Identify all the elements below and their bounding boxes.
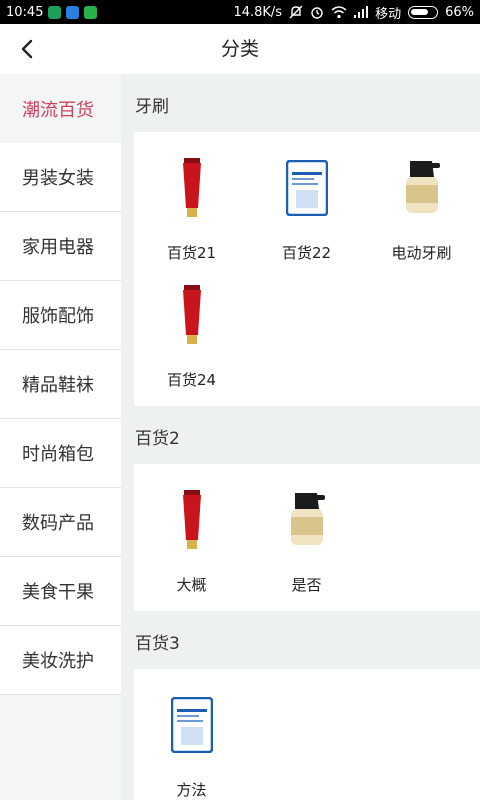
sidebar-item-digital[interactable]: 数码产品 <box>0 488 121 557</box>
product-name: 电动牙刷 <box>391 244 452 262</box>
product-item[interactable]: 大概 <box>134 474 249 601</box>
battery-level: 66% <box>445 4 474 20</box>
category-sidebar: 潮流百货 男装女装 家用电器 服饰配饰 精品鞋袜 时尚箱包 数码产品 美食干果 … <box>0 74 121 800</box>
battery-icon <box>408 5 439 19</box>
product-item[interactable]: 电动牙刷 <box>364 142 479 269</box>
product-name: 百货24 <box>166 371 217 389</box>
app-header: 分类 <box>0 24 480 74</box>
sidebar-item-label: 时尚箱包 <box>22 444 94 465</box>
sidebar-item-label: 数码产品 <box>22 513 94 534</box>
section-title: 牙刷 <box>135 97 169 117</box>
sidebar-item-bags[interactable]: 时尚箱包 <box>0 419 121 488</box>
sidebar-item-label: 美妆洗护 <box>22 651 94 672</box>
sidebar-item-accessories[interactable]: 服饰配饰 <box>0 281 121 350</box>
status-bar: 10:45 14.8K/s 移动 66% <box>0 0 480 24</box>
product-name: 方法 <box>176 781 207 799</box>
alarm-icon <box>311 7 323 19</box>
app-notification-icon <box>48 5 62 19</box>
sidebar-item-shoes-socks[interactable]: 精品鞋袜 <box>0 350 121 419</box>
sidebar-item-appliances[interactable]: 家用电器 <box>0 212 121 281</box>
product-grid: 百货21 百货22 电动牙刷 百货24 <box>134 132 480 406</box>
sidebar-item-beauty[interactable]: 美妆洗护 <box>0 626 121 695</box>
sidebar-item-label: 精品鞋袜 <box>22 375 94 396</box>
product-grid: 大概 是否 <box>134 464 480 611</box>
sidebar-item-label: 潮流百货 <box>22 99 94 121</box>
product-name: 百货22 <box>281 244 332 262</box>
red-tube-icon <box>162 150 222 225</box>
sidebar-item-clothing[interactable]: 男装女装 <box>0 143 121 212</box>
sidebar-item-food[interactable]: 美食干果 <box>0 557 121 626</box>
product-item[interactable]: 方法 <box>134 679 249 800</box>
product-item[interactable]: 百货24 <box>134 269 249 396</box>
face-mask-pack-icon <box>277 150 337 225</box>
product-item[interactable]: 是否 <box>249 474 364 601</box>
mute-icon <box>289 5 303 19</box>
red-tube-icon <box>162 277 222 352</box>
sidebar-item-label: 男装女装 <box>22 168 94 189</box>
message-notification-icon <box>66 5 80 19</box>
sidebar-item-label: 服饰配饰 <box>22 306 94 327</box>
category-content: 牙刷 百货21 百货22 电动牙刷 百货24 百货2 大概 是否 百货3 方法 <box>121 74 480 800</box>
product-name: 是否 <box>291 576 322 594</box>
sidebar-item-label: 家用电器 <box>22 237 94 258</box>
product-name: 大概 <box>176 576 207 594</box>
carrier-label: 移动 <box>375 6 402 22</box>
product-item[interactable]: 百货22 <box>249 142 364 269</box>
page-title: 分类 <box>220 38 259 60</box>
red-tube-icon <box>162 482 222 557</box>
wifi-icon <box>331 6 347 19</box>
section-title: 百货3 <box>135 634 180 654</box>
cream-jar-icon <box>277 482 337 557</box>
section-title: 百货2 <box>135 429 180 449</box>
product-item[interactable]: 百货21 <box>134 142 249 269</box>
chat-notification-icon <box>84 5 98 19</box>
product-grid: 方法 <box>134 669 480 800</box>
face-mask-pack-icon <box>162 687 222 762</box>
network-speed: 14.8K/s <box>233 4 283 20</box>
status-time: 10:45 <box>6 4 44 20</box>
cream-jar-icon <box>392 150 452 225</box>
sidebar-item-fashion-goods[interactable]: 潮流百货 <box>0 74 121 143</box>
sidebar-item-label: 美食干果 <box>22 582 94 603</box>
product-name: 百货21 <box>166 244 217 262</box>
signal-icon <box>354 6 369 18</box>
